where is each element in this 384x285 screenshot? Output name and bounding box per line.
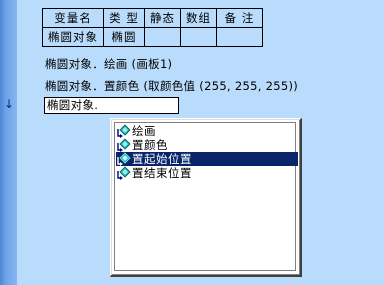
cell-type[interactable]: 椭圆 (103, 27, 145, 47)
variable-table: 变量名 类 型 静态 数组 备 注 椭圆对象 椭圆 (42, 8, 263, 47)
header-type[interactable]: 类 型 (103, 8, 145, 28)
table-row: 椭圆对象 椭圆 (42, 27, 263, 47)
autocomplete-item-set-color[interactable]: 置颜色 (116, 138, 298, 152)
header-array[interactable]: 数组 (180, 8, 217, 28)
autocomplete-popup: 绘画 置颜色 置起始位置 置结束位置 (110, 118, 302, 277)
autocomplete-item-set-start-position[interactable]: 置起始位置 (116, 152, 298, 166)
method-icon (117, 124, 131, 138)
code-line-draw[interactable]: 椭圆对象．绘画 (画板1) (45, 57, 172, 71)
autocomplete-item-label: 置起始位置 (132, 152, 192, 166)
editor-gutter[interactable]: ↓ (0, 0, 17, 285)
method-icon (117, 166, 131, 180)
code-line-set-color[interactable]: 椭圆对象．置颜色 (取颜色值 (255, 255, 255)) (45, 79, 298, 93)
autocomplete-list: 绘画 置颜色 置起始位置 置结束位置 (114, 122, 298, 271)
header-variable-name[interactable]: 变量名 (42, 8, 104, 28)
autocomplete-item-draw[interactable]: 绘画 (116, 124, 298, 138)
current-line-arrow-icon: ↓ (4, 97, 15, 111)
autocomplete-item-label: 绘画 (132, 124, 156, 138)
method-icon (117, 138, 131, 152)
autocomplete-item-label: 置结束位置 (132, 166, 192, 180)
autocomplete-item-label: 置颜色 (132, 138, 168, 152)
method-icon (117, 152, 131, 166)
cell-remark[interactable] (216, 27, 263, 47)
header-remark[interactable]: 备 注 (216, 8, 263, 28)
cell-variable-name[interactable]: 椭圆对象 (42, 27, 104, 47)
cell-static[interactable] (144, 27, 181, 47)
code-edit-input[interactable]: 椭圆对象. (44, 97, 179, 114)
autocomplete-item-set-end-position[interactable]: 置结束位置 (116, 166, 298, 180)
variable-table-header: 变量名 类 型 静态 数组 备 注 (42, 8, 263, 28)
cell-array[interactable] (180, 27, 217, 47)
header-static[interactable]: 静态 (144, 8, 181, 28)
